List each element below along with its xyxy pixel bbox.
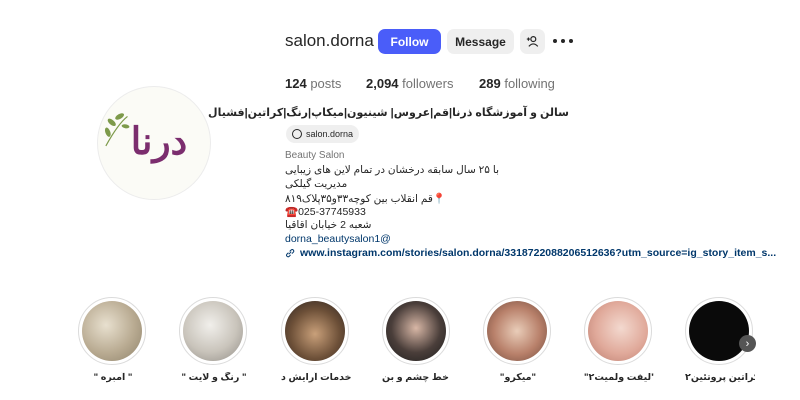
- highlight-label: "لیفت ولمیت۲": [584, 372, 654, 383]
- highlight-ring: [78, 297, 146, 365]
- external-link[interactable]: www.instagram.com/stories/salon.dorna/33…: [285, 247, 776, 259]
- highlight-ring: [685, 297, 753, 365]
- add-person-icon: [526, 36, 539, 47]
- salon-logo: درنا: [104, 113, 187, 164]
- highlight-label: کراتین پروتئین۲: [685, 372, 755, 383]
- following-count: 289: [479, 76, 501, 91]
- posts-stat: 124 posts: [285, 76, 341, 91]
- posts-count: 124: [285, 76, 307, 91]
- highlight-ring: [281, 297, 349, 365]
- highlight-label: خط چشم و بن ...: [382, 372, 452, 383]
- more-options-button[interactable]: [553, 34, 573, 48]
- message-button[interactable]: Message: [447, 29, 514, 54]
- highlight-label: " رنگ و لایت ": [181, 372, 247, 383]
- highlight-thumbnail: [285, 301, 345, 361]
- highlight-thumbnail: [386, 301, 446, 361]
- followers-label: followers: [402, 76, 454, 91]
- posts-label: posts: [310, 76, 342, 91]
- story-highlight[interactable]: خدمات آرایش د...: [281, 297, 351, 383]
- bio-line: ☎️025-37745933: [285, 206, 366, 218]
- highlight-thumbnail: [588, 301, 648, 361]
- bio-line: مدیریت گیلکی: [285, 178, 348, 190]
- highlight-thumbnail: [183, 301, 243, 361]
- follow-button[interactable]: Follow: [378, 29, 441, 54]
- chevron-right-icon[interactable]: ›: [739, 335, 756, 352]
- following-label: following: [504, 76, 555, 91]
- external-link-text: www.instagram.com/stories/salon.dorna/33…: [300, 247, 777, 259]
- story-highlight[interactable]: "میکرو": [483, 297, 553, 383]
- highlight-ring: [483, 297, 551, 365]
- profile-username: salon.dorna: [285, 31, 374, 50]
- profile-avatar[interactable]: درنا: [97, 86, 211, 200]
- story-highlight[interactable]: " رنگ و لایت ": [179, 297, 249, 383]
- threads-badge[interactable]: salon.dorna: [286, 125, 360, 143]
- following-stat[interactable]: 289 following: [479, 76, 555, 91]
- threads-handle: salon.dorna: [306, 129, 354, 139]
- suggest-button[interactable]: [520, 29, 545, 54]
- highlight-ring: [584, 297, 652, 365]
- dot: [561, 39, 565, 43]
- bio-line: با ۲۵ سال سابقه درخشان در تمام لاین های …: [285, 164, 499, 176]
- story-highlight[interactable]: " آمبره ": [78, 297, 148, 383]
- highlight-ring: [179, 297, 247, 365]
- followers-stat[interactable]: 2,094 followers: [366, 76, 453, 91]
- highlight-ring: [382, 297, 450, 365]
- highlight-thumbnail: [82, 301, 142, 361]
- more-dots-icon: [553, 39, 557, 43]
- dot: [569, 39, 573, 43]
- bio-line: 📍قم انقلاب بین کوچه۳۳و۳۵پلاک۸۱۹: [285, 193, 446, 205]
- bio-line: شعبه 2 خیابان اقاقیا: [285, 219, 372, 231]
- followers-count: 2,094: [366, 76, 399, 91]
- story-highlight[interactable]: خط چشم و بن ...: [382, 297, 452, 383]
- mention-link[interactable]: dorna_beautysalon1@: [285, 233, 391, 245]
- logo-text: درنا: [131, 119, 187, 164]
- threads-icon: [292, 129, 302, 139]
- highlight-label: "میکرو": [499, 372, 537, 383]
- story-highlight[interactable]: "لیفت ولمیت۲": [584, 297, 654, 383]
- bio-name: سالن و آموزشگاه ذرنا|قم|عروس| شینیون|میک…: [208, 107, 569, 119]
- highlight-label: " آمبره ": [93, 372, 133, 383]
- link-icon: [286, 249, 295, 258]
- highlight-label: خدمات آرایش د...: [281, 372, 351, 383]
- profile-category: Beauty Salon: [285, 150, 345, 161]
- highlight-thumbnail: [689, 301, 749, 361]
- highlight-thumbnail: [487, 301, 547, 361]
